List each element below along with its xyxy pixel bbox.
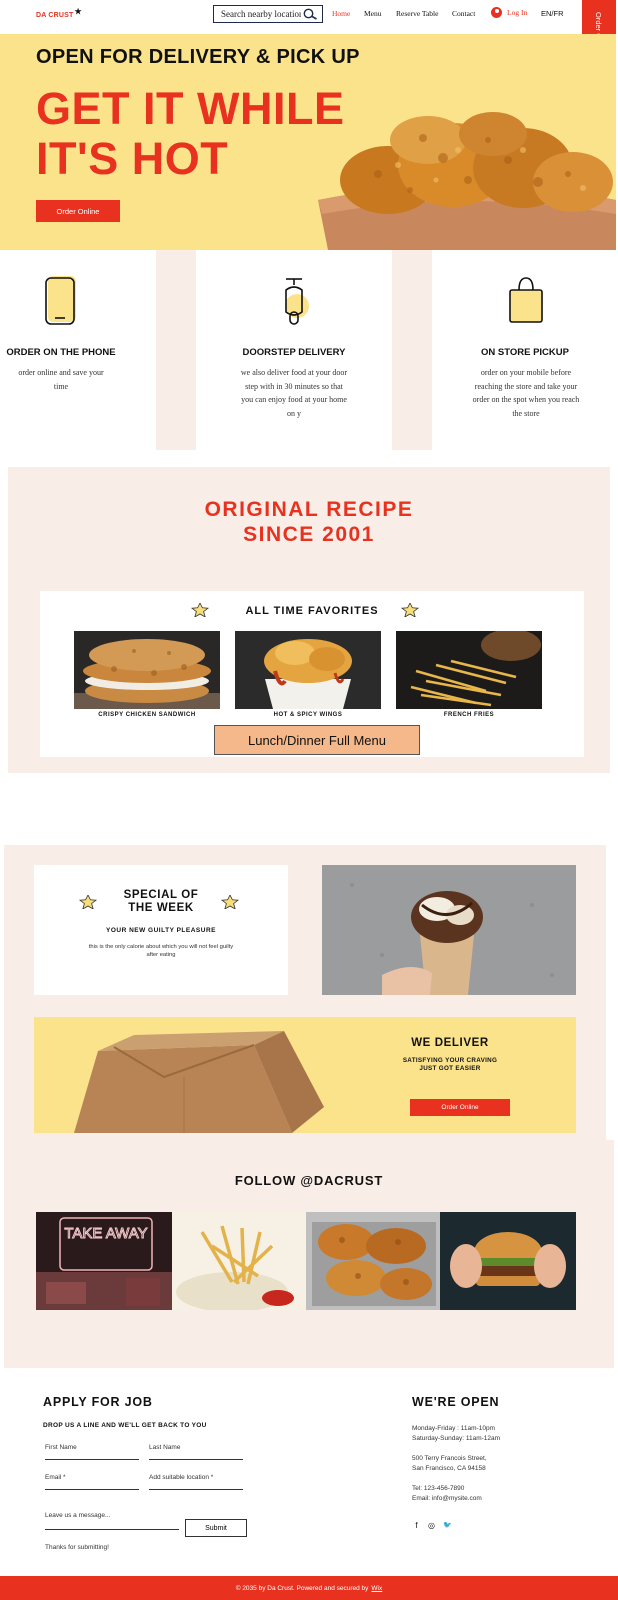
recipe-title-line2: SINCE 2001: [243, 523, 375, 546]
special-title-line2: THE WEEK: [128, 902, 194, 914]
we-deliver-banner: WE DELIVER SATISFYING YOUR CRAVING JUST …: [34, 1017, 576, 1133]
nav-reserve-table[interactable]: Reserve Table: [396, 9, 438, 18]
copyright-text: © 2035 by Da Crust. Powered and secured …: [235, 1584, 369, 1592]
paper-bag-image: [74, 1031, 324, 1133]
hero-order-online-button[interactable]: Order Online: [36, 200, 120, 222]
search-input[interactable]: [221, 9, 301, 19]
feature-text: we also deliver food at your door step w…: [240, 368, 348, 418]
phone-number: Tel: 123-456-7890: [412, 1485, 465, 1492]
feature-title: ON STORE PICKUP: [481, 347, 569, 358]
address-line1: 500 Terry Francois Street,: [412, 1455, 487, 1462]
hours-weekend: Saturday-Sunday: 11am-12am: [412, 1435, 501, 1442]
logo-star-icon: ★: [74, 7, 82, 16]
open-hours-title: WE'RE OPEN: [412, 1395, 500, 1409]
deliver-title: WE DELIVER: [411, 1037, 489, 1049]
message-field[interactable]: Leave us a message...: [45, 1512, 179, 1530]
email-field[interactable]: Email *: [45, 1474, 139, 1490]
instagram-section: FOLLOW @DACRUST TAKE AWAY: [4, 1140, 614, 1368]
special-subtitle: YOUR NEW GUILTY PLEASURE: [106, 927, 216, 934]
full-menu-button[interactable]: Lunch/Dinner Full Menu: [214, 725, 420, 755]
recipe-title: ORIGINAL RECIPE SINCE 2001: [8, 497, 610, 547]
favorite-item-label: CRISPY CHICKEN SANDWICH: [98, 712, 196, 718]
hot-spicy-wings-image[interactable]: [235, 631, 381, 709]
feature-doorstep-delivery: DOORSTEP DELIVERY we also deliver food a…: [196, 250, 392, 450]
neon-sign-text: TAKE AWAY: [64, 1225, 147, 1242]
scooter-icon: [285, 278, 309, 325]
feature-text: order on your mobile before reaching the…: [472, 368, 580, 418]
hero-section: OPEN FOR DELIVERY & PICK UP GET IT WHILE…: [0, 34, 616, 250]
crispy-chicken-sandwich-image[interactable]: [74, 631, 220, 709]
feature-title: ORDER ON THE PHONE: [6, 347, 116, 358]
burger-hands-image[interactable]: [440, 1212, 576, 1310]
apply-title: APPLY FOR JOB: [43, 1395, 153, 1409]
hero-title: GET IT WHILE IT'S HOT: [36, 84, 344, 184]
footer-bar: © 2035 by Da Crust. Powered and secured …: [0, 1576, 618, 1600]
nav-home[interactable]: Home: [332, 9, 350, 18]
feature-text: order online and save your time: [18, 368, 104, 391]
fried-chicken-bucket-image: [318, 112, 616, 250]
search-icon[interactable]: [302, 8, 318, 20]
favorite-item-label: HOT & SPICY WINGS: [273, 712, 343, 718]
take-away-neon-image[interactable]: TAKE AWAY: [36, 1212, 172, 1310]
language-switcher[interactable]: EN/FR: [541, 9, 564, 18]
feature-divider: [156, 250, 196, 450]
instagram-icon[interactable]: ◎: [427, 1521, 436, 1530]
fried-chicken-tray-image[interactable]: [306, 1212, 442, 1310]
search-box: [213, 5, 323, 23]
hero-title-line2: IT'S HOT: [36, 133, 229, 184]
address-line2: San Francisco, CA 94158: [412, 1465, 486, 1472]
wix-link[interactable]: Wix: [371, 1585, 382, 1592]
feature-order-phone: ORDER ON THE PHONE order online and save…: [0, 250, 122, 450]
favorites-title: ALL TIME FAVORITES: [245, 605, 379, 617]
last-name-field[interactable]: Last Name: [149, 1444, 243, 1460]
deliver-subtitle-line1: SATISFYING YOUR CRAVING: [402, 1057, 498, 1064]
star-icon: [220, 895, 240, 909]
shopping-bag-icon: [509, 277, 543, 323]
hero-subtitle: OPEN FOR DELIVERY & PICK UP: [36, 46, 360, 68]
feature-title: DOORSTEP DELIVERY: [242, 347, 346, 358]
features-section: ORDER ON THE PHONE order online and save…: [0, 250, 618, 450]
favorite-item-label: FRENCH FRIES: [443, 712, 495, 718]
favorites-card: ALL TIME FAVORITES CRISPY CHICKEN SANDWI…: [40, 591, 584, 757]
hero-title-line1: GET IT WHILE: [36, 83, 345, 134]
contact-email: Email: info@mysite.com: [412, 1495, 482, 1502]
special-title: SPECIAL OF THE WEEK: [34, 889, 288, 915]
promotions-section: SPECIAL OF THE WEEK YOUR NEW GUILTY PLEA…: [4, 845, 606, 1140]
special-of-week-card: SPECIAL OF THE WEEK YOUR NEW GUILTY PLEA…: [34, 865, 288, 995]
facebook-icon[interactable]: f: [412, 1521, 421, 1530]
dessert-cup-image: [322, 865, 576, 995]
french-fries-image[interactable]: [396, 631, 542, 709]
first-name-field[interactable]: First Name: [45, 1444, 139, 1460]
recipe-title-line1: ORIGINAL RECIPE: [204, 498, 414, 521]
apply-subtitle: DROP US A LINE AND WE'LL GET BACK TO YOU: [43, 1422, 207, 1429]
special-text: this is the only calorie about which you…: [88, 944, 234, 958]
deliver-order-online-button[interactable]: Order Online: [410, 1099, 510, 1116]
logo-text: DA CRUST: [36, 12, 74, 19]
login-label: Log In: [507, 8, 528, 17]
site-logo[interactable]: DA CRUST★: [36, 7, 82, 19]
location-field[interactable]: Add suitable location *: [149, 1474, 243, 1490]
special-title-line1: SPECIAL OF: [123, 889, 199, 901]
follow-title: FOLLOW @DACRUST: [234, 1173, 384, 1188]
deliver-subtitle: SATISFYING YOUR CRAVING JUST GOT EASIER: [380, 1057, 520, 1073]
login-button[interactable]: Log In: [491, 7, 527, 18]
nav-menu[interactable]: Menu: [364, 9, 382, 18]
submit-button[interactable]: Submit: [185, 1519, 247, 1537]
hours-weekday: Monday-Friday : 11am-10pm: [412, 1425, 495, 1432]
twitter-icon[interactable]: 🐦: [443, 1521, 452, 1530]
deliver-subtitle-line2: JUST GOT EASIER: [419, 1065, 481, 1072]
site-header: DA CRUST★ Home Menu Reserve Table Contac…: [0, 0, 618, 34]
fries-basket-image[interactable]: [172, 1212, 308, 1310]
nav-contact[interactable]: Contact: [452, 9, 475, 18]
user-avatar-icon: [491, 7, 502, 18]
thanks-message: Thanks for submitting!: [45, 1544, 109, 1551]
original-recipe-section: ORIGINAL RECIPE SINCE 2001 ALL TIME FAVO…: [8, 467, 610, 773]
feature-store-pickup: ON STORE PICKUP order on your mobile bef…: [432, 250, 618, 450]
star-icon: [400, 603, 420, 617]
phone-icon: [45, 276, 76, 325]
feature-divider: [392, 250, 432, 450]
